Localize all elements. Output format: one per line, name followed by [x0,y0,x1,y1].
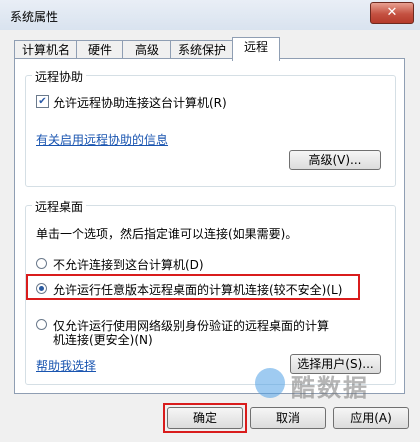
remote-assistance-group: 远程协助 ✔ 允许远程协助连接这台计算机(R) 有关启用远程协助的信息 高级(V… [25,68,396,187]
tab-system-protection[interactable]: 系统保护 [170,40,234,60]
radio-allow-nla-only[interactable] [36,319,47,330]
remote-desktop-title: 远程桌面 [32,198,87,215]
remote-assistance-info-link[interactable]: 有关启用远程协助的信息 [36,131,168,148]
watermark-text: 酷数据 [291,374,369,402]
advanced-button[interactable]: 高级(V)... [289,150,381,170]
close-icon: ✕ [386,5,398,20]
tab-remote[interactable]: 远程 [232,37,280,61]
highlight-ok-button [163,403,247,433]
close-button[interactable]: ✕ [370,2,414,24]
tab-advanced[interactable]: 高级 [122,40,172,60]
tab-panel-remote: 远程协助 ✔ 允许远程协助连接这台计算机(R) 有关启用远程协助的信息 高级(V… [14,58,405,394]
apply-button[interactable]: 应用(A) [333,407,409,429]
remote-assistance-title: 远程协助 [32,68,87,85]
tab-computer-name[interactable]: 计算机名 [14,40,78,60]
radio-deny-connections[interactable] [36,258,47,269]
allow-remote-assistance-checkbox[interactable]: ✔ [36,95,49,108]
allow-remote-assistance-label[interactable]: 允许远程协助连接这台计算机(R) [53,94,227,111]
radio-deny-connections-label[interactable]: 不允许连接到这台计算机(D) [53,256,204,273]
cancel-button[interactable]: 取消 [250,407,326,429]
watermark-logo-icon [255,368,285,398]
title-bar: 系统属性 ✕ [0,0,420,30]
help-me-choose-link[interactable]: 帮助我选择 [36,357,96,374]
tab-hardware[interactable]: 硬件 [76,40,124,60]
highlight-allow-any-version [26,274,360,300]
remote-desktop-description: 单击一个选项，然后指定谁可以连接(如果需要)。 [36,227,298,241]
radio-allow-nla-only-label-line2[interactable]: 机连接(更安全)(N) [53,331,153,348]
window-title: 系统属性 [10,10,59,24]
watermark: 酷数据 [255,368,395,402]
